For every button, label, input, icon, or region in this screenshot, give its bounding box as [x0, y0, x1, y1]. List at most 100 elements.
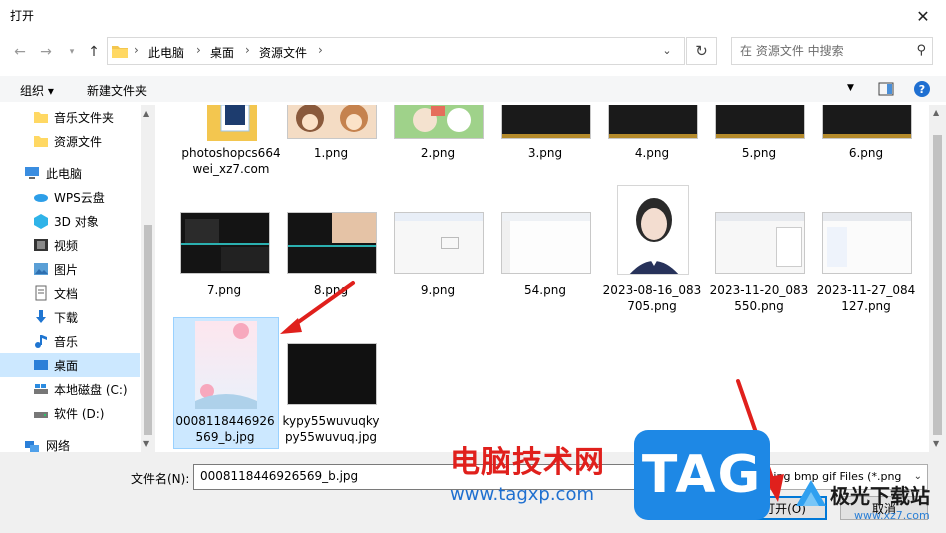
file-name: 1.png: [313, 146, 349, 160]
sidebar-item-label: 资源文件: [54, 135, 103, 149]
sidebar-item-label: WPS云盘: [54, 191, 105, 205]
breadcrumb-separator: ›: [318, 43, 323, 57]
image-thumbnail: [715, 105, 805, 139]
sidebar-item-this-pc[interactable]: 此电脑: [0, 161, 140, 185]
sidebar-item-videos[interactable]: 视频: [0, 233, 140, 257]
file-name: photoshopcs664wei_xz7.com: [181, 146, 281, 176]
image-thumbnail: [715, 212, 805, 274]
sidebar-item-software-d[interactable]: 软件 (D:): [0, 401, 140, 425]
cloud-icon: [34, 194, 48, 202]
title-bar: 打开 ✕: [0, 0, 946, 32]
sidebar-item-music[interactable]: 音乐: [0, 329, 140, 353]
content-scrollbar[interactable]: ▲ ▼: [929, 105, 946, 452]
image-thumbnail: [822, 105, 912, 139]
brand-logo-icon: [796, 480, 826, 506]
sidebar-item-label: 3D 对象: [54, 215, 99, 229]
new-folder-button[interactable]: 新建文件夹: [87, 82, 147, 99]
image-thumbnail: [195, 321, 257, 409]
preview-pane-icon[interactable]: [878, 82, 894, 96]
file-name: 4.png: [634, 146, 670, 160]
sidebar-item-music-folder[interactable]: 音乐文件夹: [0, 105, 140, 129]
forward-arrow-icon[interactable]: →: [36, 42, 56, 62]
drive-icon: [34, 384, 48, 394]
breadcrumb-separator: ›: [134, 43, 139, 57]
help-icon[interactable]: ?: [913, 80, 931, 98]
address-bar[interactable]: › 此电脑 › 桌面 › 资源文件 ›: [107, 37, 685, 65]
sidebar-item-label: 网络: [46, 439, 71, 452]
refresh-icon: ↻: [695, 42, 708, 60]
search-icon[interactable]: ⚲: [916, 43, 926, 58]
close-button[interactable]: ✕: [900, 0, 946, 32]
file-list: photoshopcs664wei_xz7.com 1.png 2.png 3.…: [157, 105, 930, 452]
sidebar-item-local-disk-c[interactable]: 本地磁盘 (C:): [0, 377, 140, 401]
file-name: kypy55wuvuqkypy55wuvuq.jpg: [282, 414, 380, 444]
breadcrumb-desktop[interactable]: 桌面: [210, 44, 234, 61]
folder-icon: [112, 46, 128, 58]
computer-icon: [25, 167, 39, 179]
sidebar-item-label: 桌面: [54, 359, 79, 373]
file-name: 2023-11-27_084127.png: [816, 283, 916, 313]
folder-icon: [34, 136, 48, 147]
image-thumbnail: [287, 105, 377, 139]
file-name: 5.png: [741, 146, 777, 160]
sidebar-item-documents[interactable]: 文档: [0, 281, 140, 305]
sidebar-scrollbar[interactable]: ▲ ▼: [141, 105, 155, 452]
organize-menu[interactable]: 组织 ▾: [20, 82, 54, 99]
video-icon: [34, 239, 48, 251]
address-dropdown-icon[interactable]: ⌄: [659, 44, 675, 60]
scroll-thumb[interactable]: [144, 225, 152, 435]
file-name: 0008118446926569_b.jpg: [175, 414, 275, 444]
sidebar-item-downloads[interactable]: 下载: [0, 305, 140, 329]
image-thumbnail: [180, 212, 270, 274]
network-icon: [25, 441, 39, 452]
up-arrow-icon[interactable]: ↑: [84, 42, 104, 62]
image-thumbnail: [394, 105, 484, 139]
file-name: 6.png: [848, 146, 884, 160]
music-icon: [35, 335, 47, 348]
sidebar-item-label: 图片: [54, 263, 79, 277]
sidebar-item-wps-cloud[interactable]: WPS云盘: [0, 185, 140, 209]
image-thumbnail: [617, 185, 689, 275]
image-thumbnail: [287, 343, 377, 405]
sidebar-item-label: 文档: [54, 287, 79, 301]
sidebar-item-label: 软件 (D:): [54, 407, 105, 421]
sidebar-item-desktop[interactable]: 桌面: [0, 353, 140, 377]
chevron-down-icon[interactable]: ▾: [62, 42, 82, 62]
breadcrumb-this-pc[interactable]: 此电脑: [148, 44, 184, 61]
sidebar-item-label: 音乐文件夹: [54, 111, 115, 125]
sidebar-item-label: 视频: [54, 239, 79, 253]
sidebar-item-resource-folder[interactable]: 资源文件: [0, 129, 140, 153]
drive-icon: [34, 412, 48, 418]
search-input[interactable]: [740, 42, 900, 60]
document-icon: [35, 285, 47, 301]
view-dropdown-icon[interactable]: ▼: [847, 83, 854, 93]
scroll-down-icon[interactable]: ▼: [933, 439, 939, 448]
scroll-down-icon[interactable]: ▼: [143, 439, 149, 448]
watermark-site-url: www.tagxp.com: [450, 484, 594, 505]
folder-shortcut-icon: [207, 105, 257, 141]
window-title: 打开: [10, 9, 35, 23]
back-arrow-icon[interactable]: ←: [10, 42, 30, 62]
file-name: 2023-11-20_083550.png: [709, 283, 809, 313]
image-thumbnail: [394, 212, 484, 274]
refresh-button[interactable]: ↻: [686, 37, 717, 65]
scroll-up-icon[interactable]: ▲: [143, 109, 149, 118]
svg-text:?: ?: [919, 83, 925, 96]
download-icon: [36, 310, 46, 323]
file-name: 9.png: [420, 283, 456, 297]
breadcrumb-resource-folder[interactable]: 资源文件: [259, 44, 307, 61]
sidebar-item-network[interactable]: 网络: [0, 433, 140, 452]
sidebar-item-3d-objects[interactable]: 3D 对象: [0, 209, 140, 233]
sidebar-item-label: 此电脑: [46, 167, 83, 181]
sidebar-item-pictures[interactable]: 图片: [0, 257, 140, 281]
scroll-thumb[interactable]: [933, 135, 942, 435]
file-name: 3.png: [527, 146, 563, 160]
file-name: 7.png: [206, 283, 242, 297]
scroll-up-icon[interactable]: ▲: [933, 108, 939, 117]
filename-input[interactable]: 0008118446926569_b.jpg: [193, 464, 693, 490]
watermark-site-name: 电脑技术网: [450, 445, 605, 480]
search-box[interactable]: ⚲: [731, 37, 933, 65]
breadcrumb-separator: ›: [196, 43, 201, 57]
tag-logo-text: TAG: [641, 445, 763, 505]
picture-icon: [34, 263, 48, 275]
